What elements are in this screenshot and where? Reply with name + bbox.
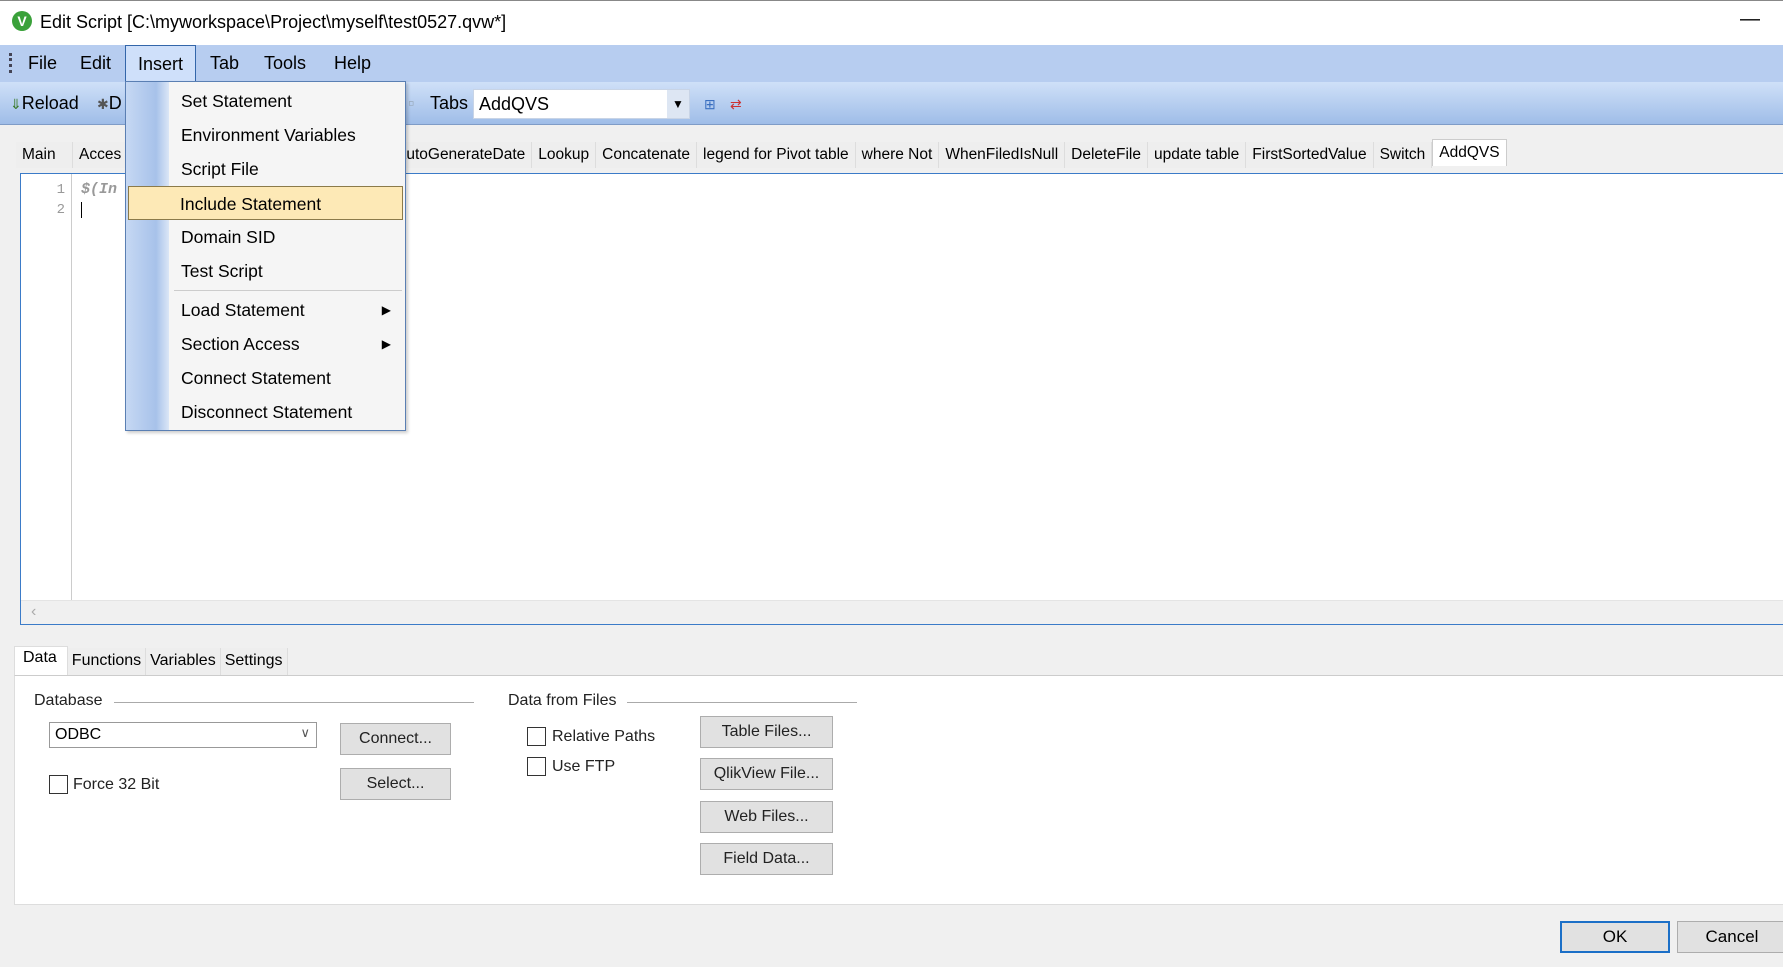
tab-where-not[interactable]: where Not [855,142,940,168]
tabs-label: Tabs [430,93,469,113]
menu-item-disconnect-statement[interactable]: Disconnect Statement [126,395,405,429]
script-tabs-right: AutoGenerateDate Lookup Concatenate lege… [390,139,1507,168]
tab-concatenate[interactable]: Concatenate [596,142,698,168]
reload-button[interactable]: ⇓Reload [10,93,79,114]
tab-firstsortedvalue[interactable]: FirstSortedValue [1246,142,1374,168]
menu-item-load-statement[interactable]: Load Statement ▶ [126,293,405,327]
code-line-1[interactable]: $(In [81,180,117,200]
ok-button[interactable]: OK [1560,921,1670,953]
menubar-grip-icon[interactable] [9,53,12,73]
tab-variables[interactable]: Variables [146,648,221,675]
menu-tools[interactable]: Tools [252,45,318,82]
tab-autogeneratedate[interactable]: AutoGenerateDate [390,142,533,168]
database-group-title: Database [34,692,103,709]
field-data-button[interactable]: Field Data... [700,843,833,875]
menu-item-domain-sid[interactable]: Domain SID [126,220,405,254]
text-caret [81,202,82,218]
menu-item-test-script[interactable]: Test Script [126,254,405,288]
divider [114,702,474,703]
menu-item-include-statement[interactable]: Include Statement [128,186,403,220]
tab-data[interactable]: Data [14,646,68,675]
submenu-arrow-icon: ▶ [381,303,391,317]
tab-deletefile[interactable]: DeleteFile [1065,142,1148,168]
use-ftp-label: Use FTP [552,758,616,775]
database-select[interactable]: ODBC ∨ [49,722,317,748]
line-number: 2 [56,202,65,218]
submenu-arrow-icon: ▶ [381,337,391,351]
line-number-gutter: 1 2 [21,174,72,600]
connect-button[interactable]: Connect... [340,723,451,755]
bottom-tabs: Data Functions Variables Settings [14,646,288,675]
divider [627,702,857,703]
select-button[interactable]: Select... [340,768,451,800]
line-number: 1 [56,182,65,198]
web-files-button[interactable]: Web Files... [700,801,833,833]
tab-legend-for-pivot-table[interactable]: legend for Pivot table [697,142,856,168]
minimize-button[interactable]: — [1735,8,1765,31]
menu-file[interactable]: File [16,45,69,82]
relative-paths-checkbox[interactable] [527,727,546,746]
horizontal-scrollbar[interactable]: ‹ [21,600,1783,624]
tabs-icon: ▫ [408,93,415,113]
tabs-dropdown[interactable]: AddQVS ▼ [473,89,690,119]
tab-main[interactable]: Main [16,142,73,168]
cancel-button[interactable]: Cancel [1677,921,1783,953]
menu-item-script-file[interactable]: Script File [126,152,405,186]
menu-insert[interactable]: Insert [125,45,196,82]
tab-functions[interactable]: Functions [67,648,147,675]
menu-separator [174,290,402,291]
menu-edit[interactable]: Edit [68,45,123,82]
menu-tab[interactable]: Tab [198,45,251,82]
data-from-files-title: Data from Files [508,692,617,709]
force-32-bit-label: Force 32 Bit [73,776,160,793]
window-title: Edit Script [C:\myworkspace\Project\myse… [40,12,507,32]
qlikview-file-button[interactable]: QlikView File... [700,758,833,790]
tab-switch[interactable]: Switch [1373,142,1433,168]
debug-button[interactable]: ✱D [97,93,122,114]
force-32-bit-checkbox[interactable] [49,775,68,794]
menu-item-set-statement[interactable]: Set Statement [126,84,405,118]
tab-update-table[interactable]: update table [1147,142,1247,168]
tab-settings[interactable]: Settings [220,648,288,675]
chevron-down-icon: ∨ [300,725,310,740]
relative-paths-label: Relative Paths [552,728,656,745]
scroll-left-icon[interactable]: ‹ [31,603,36,620]
table-files-button[interactable]: Table Files... [700,716,833,748]
script-tabs-left: Main Acces [16,142,143,168]
qlikview-logo-icon: V [12,11,32,31]
tab-addqvs[interactable]: AddQVS [1432,139,1507,166]
menu-item-connect-statement[interactable]: Connect Statement [126,361,405,395]
promote-tab-icon[interactable]: ⊞ [704,96,716,113]
chevron-down-icon: ▼ [667,90,689,118]
menu-item-section-access[interactable]: Section Access ▶ [126,327,405,361]
demote-tab-icon[interactable]: ⇄ [730,96,742,113]
menu-item-environment-variables[interactable]: Environment Variables [126,118,405,152]
menu-help[interactable]: Help [322,45,383,82]
tab-whenfiledisnull[interactable]: WhenFiledIsNull [939,142,1066,168]
tab-lookup[interactable]: Lookup [532,142,597,168]
use-ftp-checkbox[interactable] [527,757,546,776]
bug-icon: ✱ [97,96,109,112]
insert-menu-dropdown: Set Statement Environment Variables Scri… [125,81,406,431]
data-panel [14,675,1783,905]
reload-icon: ⇓ [10,96,22,112]
